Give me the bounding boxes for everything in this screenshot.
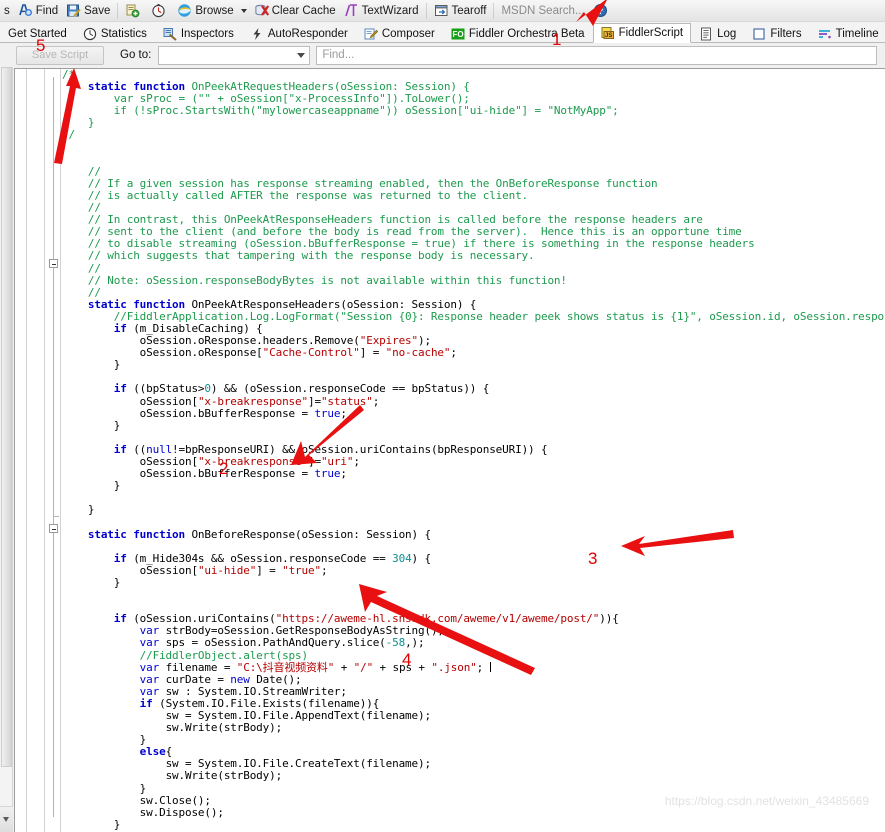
annotation-number-5: 5 (36, 36, 46, 55)
toolbar-item-save[interactable]: Save (62, 1, 114, 21)
script-toolbar: Save Script Go to: Find... (0, 43, 885, 67)
help-icon: ? (593, 3, 608, 18)
editor-container: /* static function OnPeekAtRequestHeader… (0, 67, 885, 832)
tab-statistics[interactable]: Statistics (75, 23, 155, 43)
svg-text:?: ? (597, 6, 603, 16)
main-tab-bar: Get Started Statistics Inspectors AutoRe… (0, 22, 885, 54)
toolbar-separator-2 (425, 2, 427, 19)
tab-timeline[interactable]: Timeline (810, 23, 885, 43)
fold-tick (53, 516, 59, 517)
clear-cache-icon (254, 3, 269, 18)
tab-label-log: Log (717, 27, 737, 40)
log-icon (699, 27, 713, 41)
tab-label-fiddlerscript: FiddlerScript (618, 27, 684, 39)
goto-label: Go to: (120, 49, 152, 61)
svg-text:JS: JS (605, 33, 612, 39)
watermark-text: https://blog.csdn.net/weixin_43485669 (664, 794, 869, 808)
toolbar-label-tearoff: Tearoff (451, 4, 487, 17)
svg-text:FO: FO (452, 30, 463, 39)
tab-log[interactable]: Log (691, 23, 744, 43)
textwizard-icon (344, 3, 359, 18)
bolt-icon (250, 27, 264, 41)
toolbar-label-textwizard: TextWizard (361, 4, 419, 17)
annotation-number-3: 3 (588, 549, 598, 568)
toolbar-separator-3 (493, 2, 495, 19)
fiddler-window: s Find Save Browse Clear Cache TextWizar… (0, 0, 885, 832)
main-toolbar: s Find Save Browse Clear Cache TextWizar… (0, 0, 885, 22)
code-text-area[interactable]: /* static function OnPeekAtRequestHeader… (62, 69, 885, 832)
tab-label-filters: Filters (770, 27, 802, 40)
save-icon (66, 3, 81, 18)
toolbar-label-browse: Browse (195, 4, 234, 17)
tab-inspectors[interactable]: Inspectors (155, 23, 242, 43)
tab-label-composer: Composer (381, 27, 435, 40)
vertical-scrollbar[interactable] (0, 67, 13, 832)
annotation-number-4: 4 (402, 650, 412, 669)
tab-label-inspectors: Inspectors (180, 27, 234, 40)
toolbar-label-save: Save (84, 4, 111, 17)
annotation-number-2: 2 (219, 459, 229, 478)
toolbar-item-browse[interactable]: Browse (173, 1, 237, 21)
toolbar-item-help[interactable]: ? (589, 1, 615, 21)
editor-gutter-bookmarks[interactable] (28, 69, 45, 832)
tab-label-statistics: Statistics (100, 27, 147, 40)
find-icon (18, 3, 33, 18)
tab-label-autoresponder: AutoResponder (267, 27, 348, 40)
filters-icon (752, 27, 766, 41)
composer-icon (364, 27, 379, 41)
fold-guide-line (53, 77, 54, 817)
inspectors-icon (163, 27, 177, 41)
toolbar-item-clear-cache[interactable]: Clear Cache (250, 1, 340, 21)
editor-gutter-outer (15, 69, 27, 832)
annotation-number-1: 1 (552, 30, 562, 49)
browse-icon (177, 3, 192, 18)
msdn-search-placeholder: MSDN Search... (501, 4, 585, 17)
save-script-button[interactable]: Save Script (16, 45, 104, 65)
toolbar-item-tearoff[interactable]: Tearoff (430, 1, 491, 21)
tab-fiddler-orchestra-beta[interactable]: FO Fiddler Orchestra Beta (443, 23, 593, 43)
toolbar-label-find: Find (35, 4, 59, 17)
code-content: /* static function OnPeekAtRequestHeader… (62, 69, 885, 831)
find-input[interactable]: Find... (316, 45, 877, 65)
toolbar-item-partial[interactable]: s (0, 1, 14, 21)
toolbar-label-partial: s (4, 4, 10, 17)
timer-icon (151, 3, 166, 18)
browse-dropdown-caret-icon[interactable] (240, 8, 247, 13)
toolbar-item-new-session[interactable] (121, 1, 147, 21)
js-icon: JS (601, 26, 615, 40)
script-editor[interactable]: /* static function OnPeekAtRequestHeader… (14, 68, 885, 832)
tab-fiddlerscript[interactable]: JS FiddlerScript (592, 23, 692, 43)
toolbar-item-timer[interactable] (147, 1, 173, 21)
toolbar-label-clear-cache: Clear Cache (271, 4, 336, 17)
toolbar-separator-1 (117, 2, 119, 19)
goto-dropdown[interactable] (158, 45, 311, 65)
tearoff-icon (434, 3, 449, 18)
statistics-icon (83, 27, 97, 41)
new-session-icon (125, 3, 140, 18)
msdn-search-input[interactable]: MSDN Search... (497, 1, 588, 21)
chevron-down-icon (297, 52, 306, 58)
scroll-down-arrow-icon[interactable] (0, 806, 13, 832)
tab-autoresponder[interactable]: AutoResponder (242, 23, 356, 43)
toolbar-item-find[interactable]: Find (14, 1, 62, 21)
tab-composer[interactable]: Composer (356, 23, 443, 43)
tab-label-timeline: Timeline (835, 27, 879, 40)
editor-gutter-folding[interactable] (46, 69, 61, 832)
fold-marker-peekatresponseheaders[interactable] (49, 259, 58, 268)
tab-filters[interactable]: Filters (744, 23, 809, 43)
fo-icon: FO (451, 27, 465, 41)
timeline-icon (818, 27, 832, 41)
toolbar-item-textwizard[interactable]: TextWizard (340, 1, 423, 21)
scrollbar-thumb[interactable] (1, 67, 12, 767)
find-placeholder: Find... (322, 49, 355, 61)
tab-label-fiddler-orchestra-beta: Fiddler Orchestra Beta (468, 27, 585, 40)
fold-marker-onbeforeresponse[interactable] (49, 524, 58, 533)
